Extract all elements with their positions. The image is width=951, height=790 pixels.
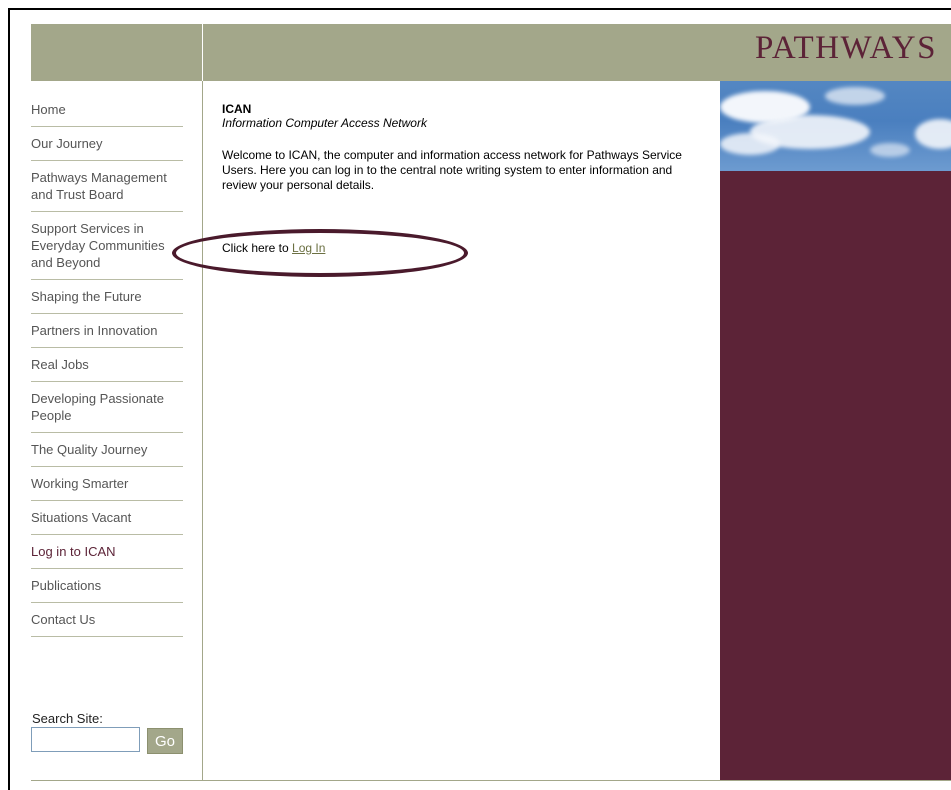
- sidebar-item-partners[interactable]: Partners in Innovation: [31, 314, 183, 348]
- sidebar-item-real-jobs[interactable]: Real Jobs: [31, 348, 183, 382]
- sidebar-item-working-smarter[interactable]: Working Smarter: [31, 467, 183, 501]
- sky-image: [720, 81, 951, 171]
- sidebar-item-management[interactable]: Pathways Management and Trust Board: [31, 161, 183, 212]
- sidebar-nav: Home Our Journey Pathways Management and…: [31, 81, 183, 637]
- search-label: Search Site:: [32, 711, 103, 726]
- sidebar-item-situations-vacant[interactable]: Situations Vacant: [31, 501, 183, 535]
- annotation-ellipse: [172, 229, 468, 277]
- go-button[interactable]: Go: [147, 728, 183, 754]
- main-content: ICAN Information Computer Access Network…: [222, 102, 702, 193]
- right-panel: [720, 81, 951, 781]
- page-title: ICAN: [222, 102, 252, 116]
- sidebar-item-support-services[interactable]: Support Services in Everyday Communities…: [31, 212, 183, 280]
- search-input[interactable]: [31, 727, 140, 752]
- brand-logo[interactable]: PATHWAYS: [755, 30, 937, 67]
- header-divider: [202, 24, 203, 81]
- sidebar-item-log-in-ican[interactable]: Log in to ICAN: [31, 535, 183, 569]
- sidebar-item-quality-journey[interactable]: The Quality Journey: [31, 433, 183, 467]
- sidebar-item-home[interactable]: Home: [31, 81, 183, 127]
- sidebar-item-shaping-future[interactable]: Shaping the Future: [31, 280, 183, 314]
- page-subtitle: Information Computer Access Network: [222, 116, 427, 130]
- sidebar-item-publications[interactable]: Publications: [31, 569, 183, 603]
- sidebar-item-our-journey[interactable]: Our Journey: [31, 127, 183, 161]
- sidebar-divider: [202, 81, 203, 781]
- sidebar-item-developing-people[interactable]: Developing Passionate People: [31, 382, 183, 433]
- footer-divider: [31, 780, 951, 781]
- welcome-text: Welcome to ICAN, the computer and inform…: [222, 148, 682, 192]
- sidebar-item-contact-us[interactable]: Contact Us: [31, 603, 183, 637]
